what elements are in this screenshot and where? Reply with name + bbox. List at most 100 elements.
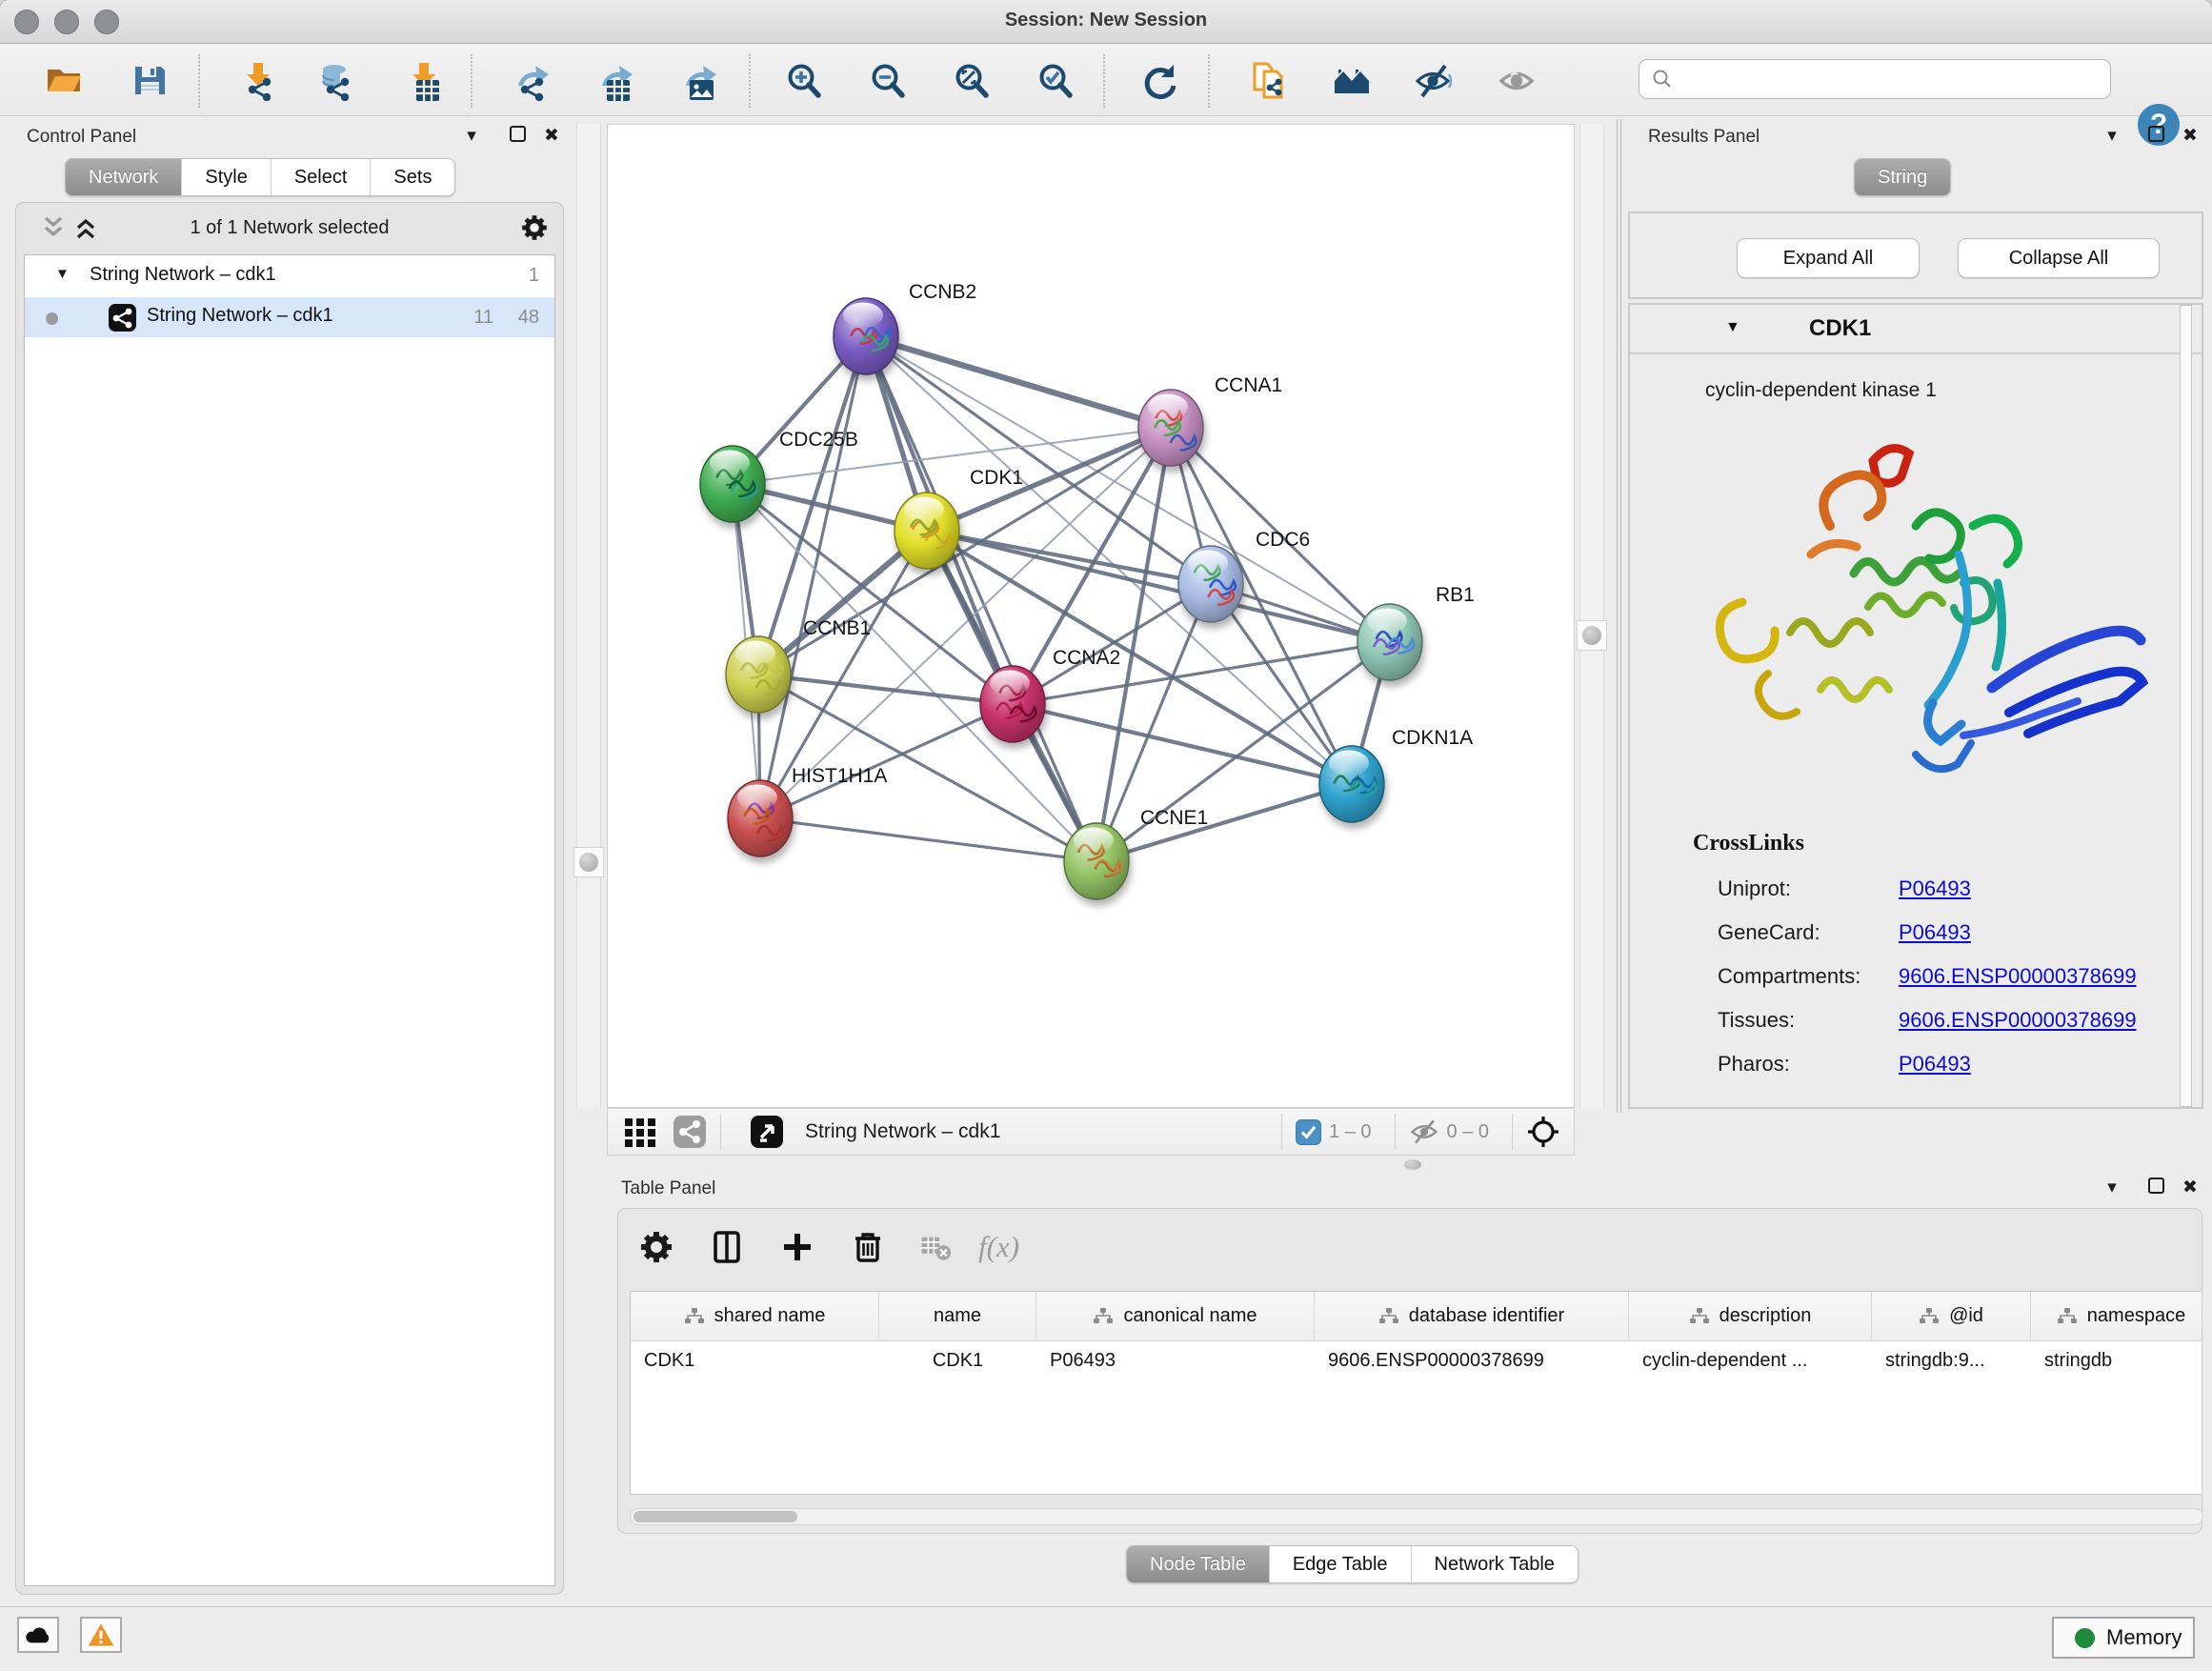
right-splitter[interactable]: [1579, 124, 1604, 1108]
tab-select[interactable]: Select: [271, 159, 372, 195]
network-node-CCNB1[interactable]: [726, 636, 791, 713]
column-header-namespace[interactable]: namespace: [2031, 1292, 2202, 1340]
tab-network[interactable]: Network: [66, 159, 182, 195]
control-panel-close-icon[interactable]: ✖: [539, 124, 564, 149]
zoom-in-button[interactable]: [783, 60, 825, 102]
cell-database-identifier[interactable]: 9606.ENSP00000378699: [1315, 1341, 1629, 1383]
import-table-button[interactable]: [402, 60, 444, 102]
tab-sets[interactable]: Sets: [371, 159, 454, 195]
apply-layout-button[interactable]: [1139, 60, 1181, 102]
zoom-out-button[interactable]: [867, 60, 909, 102]
edge-CCNB2-RB1[interactable]: [866, 336, 1390, 642]
show-columns-icon[interactable]: [708, 1228, 746, 1266]
edge-CDC6-CCNA2[interactable]: [1013, 584, 1211, 704]
horizontal-splitter-handle[interactable]: [1404, 1159, 1421, 1170]
cell-namespace[interactable]: stringdb: [2031, 1341, 2202, 1383]
export-table-button[interactable]: [593, 60, 634, 102]
cell-shared-name[interactable]: CDK1: [631, 1341, 879, 1383]
edge-CCNA2-CDKN1A[interactable]: [1013, 704, 1352, 784]
network-node-CCNA2[interactable]: [980, 666, 1045, 742]
node-section-header[interactable]: ▼ CDK1: [1630, 305, 2202, 354]
results-panel-scrollbar[interactable]: [2180, 305, 2192, 1107]
section-expand-icon[interactable]: ▼: [1725, 319, 1740, 336]
tab-style[interactable]: Style: [182, 159, 271, 195]
network-node-CDK1[interactable]: [895, 493, 959, 569]
control-panel-menu-icon[interactable]: ▾: [459, 124, 484, 149]
edge-CCNB2-CCNE1[interactable]: [866, 336, 1096, 861]
table-panel-menu-icon[interactable]: ▾: [2100, 1176, 2124, 1200]
collapse-all-button[interactable]: Collapse All: [1958, 238, 2160, 278]
column-header-canonical-name[interactable]: canonical name: [1036, 1292, 1315, 1340]
cell--id[interactable]: stringdb:9...: [1872, 1341, 2031, 1383]
tab-node-table[interactable]: Node Table: [1127, 1546, 1270, 1582]
right-splitter-handle[interactable]: [1577, 620, 1607, 651]
table-row[interactable]: CDK1CDK1P064939606.ENSP00000378699cyclin…: [631, 1341, 2202, 1383]
export-network-button[interactable]: [509, 60, 551, 102]
table-options-gear-icon[interactable]: [637, 1228, 675, 1266]
search-input[interactable]: [1674, 62, 2110, 96]
save-session-button[interactable]: [130, 60, 171, 102]
control-panel-float-icon[interactable]: [505, 125, 530, 150]
cloud-button[interactable]: [17, 1617, 59, 1653]
column-header--id[interactable]: @id: [1872, 1292, 2031, 1340]
network-node-CCNE1[interactable]: [1064, 823, 1129, 899]
network-row-selected[interactable]: String Network – cdk1 11 48: [25, 297, 554, 337]
column-header-description[interactable]: description: [1629, 1292, 1872, 1340]
network-collection-row[interactable]: ▼ String Network – cdk1 1: [25, 255, 554, 297]
network-node-CCNA1[interactable]: [1138, 390, 1203, 466]
edge-CCNA2-HIST1H1A[interactable]: [760, 704, 1013, 818]
collection-expand-icon[interactable]: ▼: [55, 266, 70, 282]
network-view-icon[interactable]: [673, 1115, 707, 1149]
open-session-button[interactable]: [44, 60, 86, 102]
column-header-name[interactable]: name: [879, 1292, 1036, 1340]
navigator-icon[interactable]: [1526, 1115, 1560, 1149]
tab-network-table[interactable]: Network Table: [1412, 1546, 1578, 1582]
import-network-from-database-button[interactable]: [314, 60, 356, 102]
selected-items-checkbox[interactable]: [1296, 1119, 1321, 1145]
tab-string[interactable]: String: [1855, 159, 1950, 195]
crosslink-link[interactable]: P06493: [1899, 876, 1971, 901]
network-node-HIST1H1A[interactable]: [728, 780, 793, 856]
add-column-icon[interactable]: [778, 1228, 816, 1266]
network-canvas[interactable]: CCNB2CCNA1CDC25BCDK1CDC6RB1CCNB1CCNA2CDK…: [607, 124, 1575, 1108]
network-node-CCNB2[interactable]: [834, 298, 898, 374]
delete-column-icon[interactable]: [849, 1228, 887, 1266]
network-node-CDC6[interactable]: [1178, 546, 1243, 622]
duplicate-network-button[interactable]: [1248, 60, 1290, 102]
table-panel-close-icon[interactable]: ✖: [2178, 1176, 2202, 1200]
left-splitter-handle[interactable]: [573, 847, 604, 877]
cell-canonical-name[interactable]: P06493: [1036, 1341, 1315, 1383]
edge-CDKN1A-CCNE1[interactable]: [1096, 784, 1352, 861]
edge-HIST1H1A-CCNE1[interactable]: [760, 818, 1096, 861]
zoom-selected-button[interactable]: [1035, 60, 1076, 102]
network-node-RB1[interactable]: [1357, 604, 1422, 680]
table-panel-float-icon[interactable]: [2143, 1177, 2168, 1201]
network-options-gear-icon[interactable]: [519, 212, 550, 243]
crosslink-link[interactable]: 9606.ENSP00000378699: [1899, 1008, 2137, 1033]
scrollbar-thumb[interactable]: [633, 1511, 797, 1522]
search-field[interactable]: [1639, 59, 2111, 99]
warnings-button[interactable]: [80, 1617, 122, 1653]
network-node-CDC25B[interactable]: [700, 446, 765, 522]
column-header-shared-name[interactable]: shared name: [631, 1292, 879, 1340]
zoom-fit-button[interactable]: [951, 60, 993, 102]
results-panel-close-icon[interactable]: ✖: [2178, 124, 2202, 149]
table-horizontal-scrollbar[interactable]: [630, 1508, 2203, 1525]
expand-all-button[interactable]: Expand All: [1737, 238, 1920, 278]
column-header-database-identifier[interactable]: database identifier: [1315, 1292, 1629, 1340]
show-all-button[interactable]: [1498, 60, 1539, 102]
detach-view-icon[interactable]: [750, 1115, 784, 1149]
results-panel-menu-icon[interactable]: ▾: [2100, 124, 2124, 149]
first-neighbors-button[interactable]: [1332, 60, 1374, 102]
left-splitter[interactable]: [576, 124, 601, 1108]
tab-edge-table[interactable]: Edge Table: [1270, 1546, 1412, 1582]
memory-button[interactable]: Memory: [2052, 1617, 2195, 1659]
grid-view-icon[interactable]: [623, 1115, 657, 1149]
export-image-button[interactable]: [676, 60, 718, 102]
crosslink-link[interactable]: P06493: [1899, 1052, 1971, 1077]
crosslink-link[interactable]: 9606.ENSP00000378699: [1899, 964, 2137, 989]
network-node-CDKN1A[interactable]: [1319, 746, 1384, 822]
hide-selected-button[interactable]: [1414, 60, 1456, 102]
cell-description[interactable]: cyclin-dependent ...: [1629, 1341, 1872, 1383]
edge-CCNB2-CCNA1[interactable]: [866, 336, 1171, 428]
